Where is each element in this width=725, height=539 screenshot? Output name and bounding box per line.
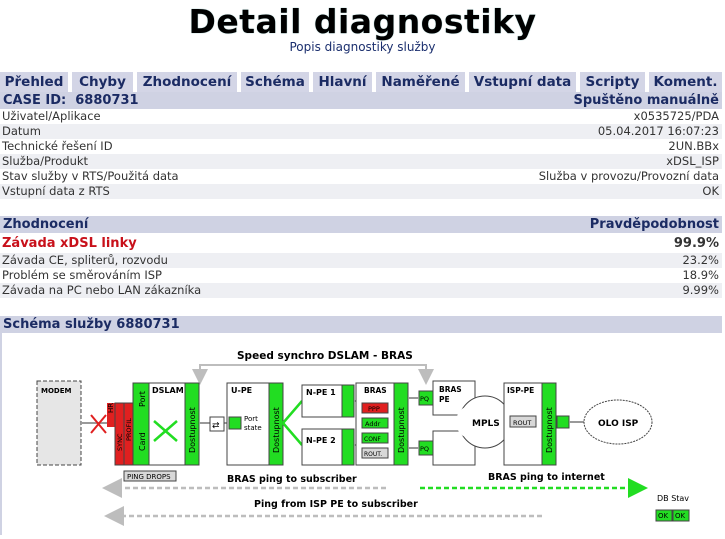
- conf-label: CONF: [364, 436, 381, 443]
- tab-hlavni[interactable]: Hlavní: [313, 72, 372, 92]
- npe2-label: N-PE 2: [306, 436, 336, 445]
- case-row-label: Uživatel/Aplikace: [2, 109, 101, 123]
- pq-label: PQ: [420, 445, 429, 453]
- page-title: Detail diagnostiky: [188, 2, 537, 41]
- schema-diagram: Speed synchro DSLAM - BRAS MODEM HR SYNC…: [0, 333, 724, 535]
- port-state-label-1: Port: [244, 415, 258, 423]
- port-label: Port: [138, 391, 147, 407]
- case-row: Vstupní data z RTS OK: [0, 184, 722, 199]
- speed-bracket: [199, 364, 427, 373]
- case-row-label: Technické řešení ID: [2, 139, 113, 153]
- rout-label: ROUT.: [364, 451, 382, 458]
- evaluation-label: Závada na PC nebo LAN zákazníka: [2, 283, 202, 297]
- case-row: Datum 05.04.2017 16:07:23: [0, 124, 722, 139]
- npe2-box: [301, 428, 343, 466]
- modem-label: MODEM: [41, 387, 72, 395]
- npe1-dostupnost: [341, 384, 355, 418]
- ping-drops-label: PING DROPS: [127, 473, 171, 481]
- dslam-box: [148, 382, 186, 466]
- case-row-value: 05.04.2017 16:07:23: [597, 124, 719, 138]
- evaluation-row: Problém se směrováním ISP 18.9%: [0, 268, 722, 283]
- port-state-label-2: state: [244, 424, 262, 432]
- case-row-label: Stav služby v RTS/Použitá data: [2, 169, 179, 183]
- dslam-label: DSLAM: [152, 386, 184, 395]
- ppp-label: PPP: [368, 405, 380, 413]
- tab-vstupni-data[interactable]: Vstupní data: [469, 72, 576, 92]
- npe2-dostupnost: [341, 428, 355, 466]
- tab-scripty[interactable]: Scripty: [580, 72, 645, 92]
- dostupnost-label: Dostupnost: [397, 407, 406, 453]
- case-row: Služba/Produkt xDSL_ISP: [0, 154, 722, 169]
- bras-pe-label-2: PE: [439, 395, 450, 404]
- hr-label: HR: [107, 403, 115, 413]
- schema-svg: Speed synchro DSLAM - BRAS MODEM HR SYNC…: [36, 350, 690, 526]
- card-label: Card: [138, 432, 147, 451]
- speed-synchro-label: Speed synchro DSLAM - BRAS: [237, 350, 413, 362]
- evaluation-row: Závada na PC nebo LAN zákazníka 9.99%: [0, 283, 722, 298]
- tab-bar: Přehled Chyby Zhodnocení Schéma Hlavní N…: [0, 72, 725, 92]
- tab-chyby[interactable]: Chyby: [72, 72, 133, 92]
- db-stav-label: DB Stav: [657, 494, 689, 503]
- tab-namerene[interactable]: Naměřené: [376, 72, 465, 92]
- pq-label: PQ: [420, 395, 429, 403]
- evaluation-value: 18.9%: [682, 268, 719, 282]
- case-status: Spuštěno manuálně: [573, 93, 719, 108]
- case-row-value: OK: [702, 184, 719, 198]
- evaluation-value: 9.99%: [682, 283, 719, 297]
- schema-title: Schéma služby 6880731: [3, 317, 180, 332]
- case-row-value: x0535725/PDA: [633, 109, 719, 123]
- case-row-label: Datum: [2, 124, 41, 138]
- case-row: Uživatel/Aplikace x0535725/PDA: [0, 109, 722, 124]
- probability-label: Pravděpodobnost: [589, 217, 719, 232]
- tab-prehled[interactable]: Přehled: [0, 72, 68, 92]
- svg-text:⇄: ⇄: [212, 421, 220, 431]
- isp-ping-subscriber-label: Ping from ISP PE to subscriber: [254, 499, 418, 510]
- case-header: CASE ID: 6880731 Spuštěno manuálně: [0, 92, 722, 109]
- upe-label: U-PE: [231, 386, 252, 395]
- evaluation-header: Zhodnocení Pravděpodobnost: [0, 216, 722, 233]
- evaluation-label: Závada CE, spliterů, rozvodu: [2, 253, 168, 267]
- isp-rout-label: ROUT: [513, 419, 531, 427]
- olo-isp-label: OLO ISP: [598, 419, 639, 429]
- dostupnost-label: Dostupnost: [545, 407, 554, 453]
- bras-label: BRAS: [364, 386, 387, 395]
- bras-ping-internet-label: BRAS ping to internet: [488, 472, 605, 483]
- mpls-label: MPLS: [472, 419, 500, 429]
- evaluation-label: Problém se směrováním ISP: [2, 268, 162, 282]
- case-id-label: CASE ID:: [3, 93, 67, 108]
- evaluation-row: Závada CE, spliterů, rozvodu 23.2%: [0, 253, 722, 268]
- case-row-label: Služba/Produkt: [2, 154, 89, 168]
- case-row: Technické řešení ID 2UN.BBx: [0, 139, 722, 154]
- bras-pe-label-1: BRAS: [439, 385, 462, 394]
- addr-label: Addr: [365, 420, 381, 428]
- dostupnost-label: Dostupnost: [272, 407, 281, 453]
- evaluation-value: 99.9%: [673, 236, 719, 251]
- evaluation-value: 23.2%: [682, 253, 719, 267]
- evaluation-label: Závada xDSL linky: [2, 236, 137, 251]
- isp-pe-label: ISP-PE: [507, 386, 534, 395]
- olo-port-indicator: [556, 415, 570, 429]
- dostupnost-label: Dostupnost: [188, 407, 197, 453]
- bras-ping-subscriber-label: BRAS ping to subscriber: [227, 474, 357, 485]
- schema-header: Schéma služby 6880731: [0, 316, 722, 333]
- port-state-indicator: [228, 416, 242, 430]
- case-row-value: Služba v provozu/Provozní data: [538, 169, 719, 183]
- case-id-value: 6880731: [75, 93, 139, 108]
- tab-zhodnoceni[interactable]: Zhodnocení: [137, 72, 237, 92]
- evaluation-title: Zhodnocení: [3, 217, 89, 232]
- db-ok-label: OK: [675, 512, 686, 520]
- npe1-label: N-PE 1: [306, 388, 336, 397]
- case-row-value: xDSL_ISP: [666, 154, 719, 168]
- tab-schema[interactable]: Schéma: [241, 72, 309, 92]
- page-subtitle: Popis diagnostiky služby: [289, 40, 436, 54]
- profil-label: PROFIL: [125, 418, 133, 441]
- evaluation-row: Závada xDSL linky 99.9%: [0, 235, 722, 252]
- case-row: Stav služby v RTS/Použitá data Služba v p…: [0, 169, 722, 184]
- case-row-label: Vstupní data z RTS: [2, 184, 110, 198]
- sync-label: SYNC: [116, 433, 124, 451]
- case-row-value: 2UN.BBx: [668, 139, 719, 153]
- db-ok-label: OK: [658, 512, 669, 520]
- tab-komentare[interactable]: Koment.: [649, 72, 722, 92]
